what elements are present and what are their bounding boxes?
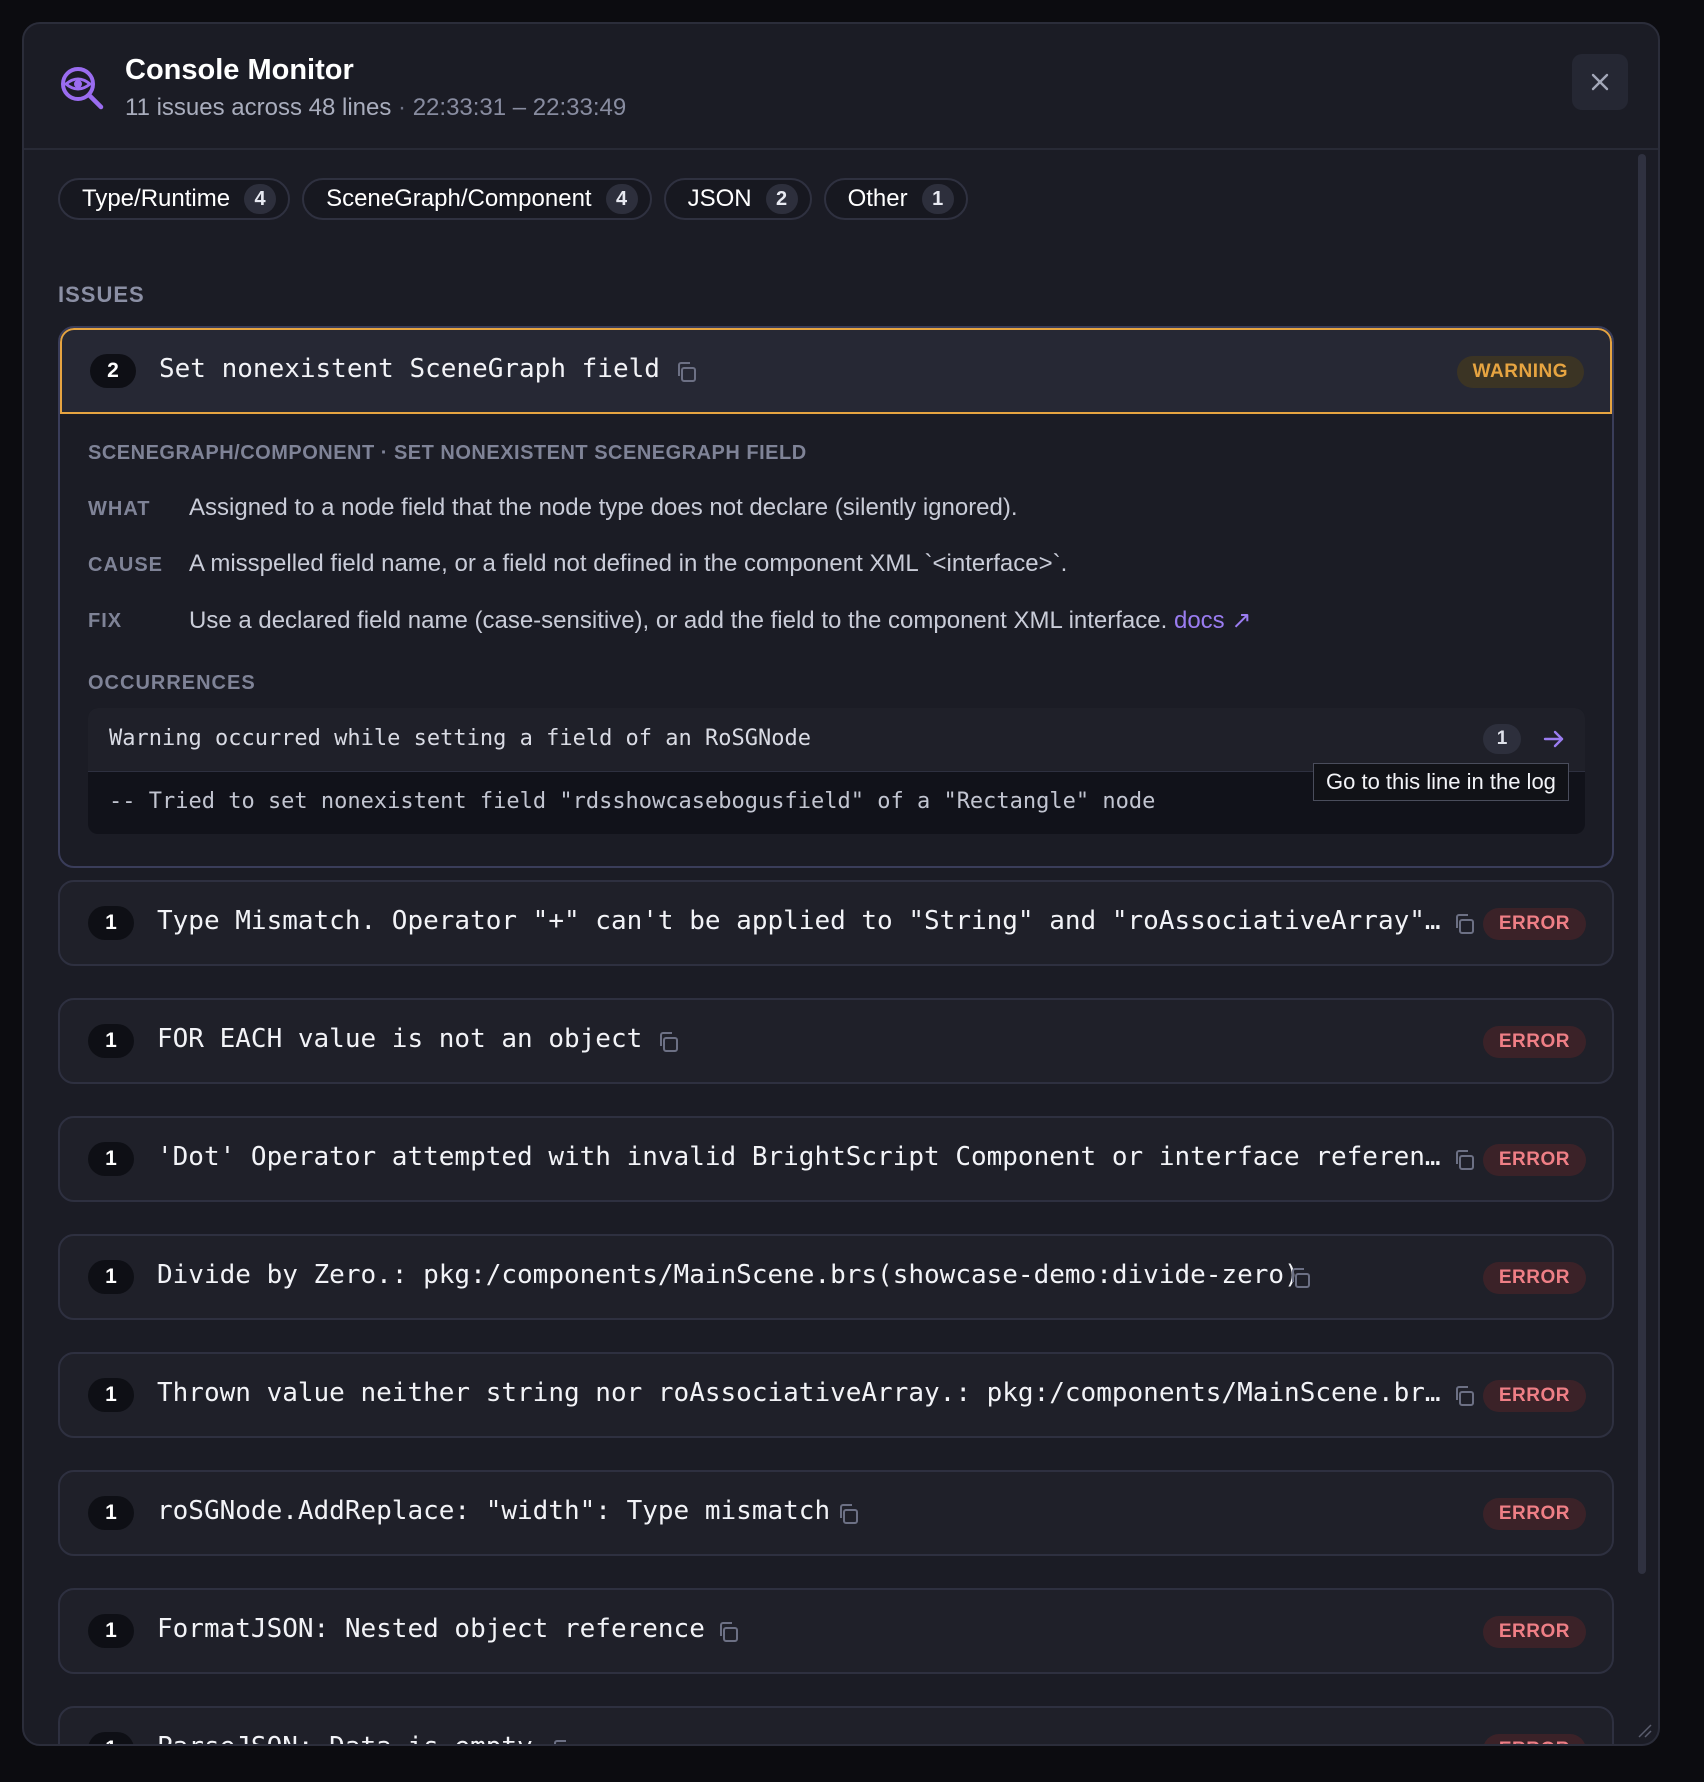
filter-count: 4 xyxy=(244,184,277,214)
issue-title: Set nonexistent SceneGraph field xyxy=(159,354,660,384)
issue-count-badge: 1 xyxy=(88,1260,134,1294)
dialog-header: Console Monitor 11 issues across 48 line… xyxy=(24,24,1658,150)
eye-magnifier-icon xyxy=(61,67,104,110)
severity-badge: ERROR xyxy=(1482,1380,1586,1412)
subtitle-separator: · xyxy=(398,94,407,121)
issue-count-badge: 2 xyxy=(90,354,136,388)
issue-count-badge: 1 xyxy=(88,1142,134,1176)
dialog-title: Console Monitor xyxy=(125,54,354,86)
severity-badge: ERROR xyxy=(1482,908,1586,940)
severity-badge: ERROR xyxy=(1482,1616,1586,1648)
what-text: Assigned to a node field that the node t… xyxy=(189,494,1018,521)
issue-card[interactable]: 1 ParseJSON: Data is empty ERROR xyxy=(58,1706,1614,1746)
severity-badge: ERROR xyxy=(1482,1026,1586,1058)
copy-icon[interactable] xyxy=(674,360,698,384)
filter-chip-other[interactable]: Other 1 xyxy=(823,178,968,220)
issue-card[interactable]: 1 Thrown value neither string nor roAsso… xyxy=(58,1352,1614,1438)
copy-icon[interactable] xyxy=(1452,1384,1476,1408)
issue-card[interactable]: 1 roSGNode.AddReplace: "width": Type mis… xyxy=(58,1470,1614,1556)
go-to-line-tooltip: Go to this line in the log xyxy=(1313,763,1569,801)
console-monitor-dialog: Console Monitor 11 issues across 48 line… xyxy=(22,22,1660,1746)
filter-label: Other xyxy=(847,185,908,212)
close-button[interactable] xyxy=(1572,54,1628,110)
occurrences-label: OCCURRENCES xyxy=(88,672,256,694)
expanded-issue-header[interactable]: 2 Set nonexistent SceneGraph field WARNI… xyxy=(60,328,1612,414)
filter-label: JSON xyxy=(687,185,752,212)
issue-card[interactable]: 1 'Dot' Operator attempted with invalid … xyxy=(58,1116,1614,1202)
issue-count-badge: 1 xyxy=(88,1732,134,1744)
issue-breadcrumb: SCENEGRAPH/COMPONENT · SET NONEXISTENT S… xyxy=(88,442,807,464)
dialog-subtitle: 11 issues across 48 lines · 22:33:31 – 2… xyxy=(125,94,626,122)
occurrence-count: 1 xyxy=(1483,724,1521,754)
issue-title: FormatJSON: Nested object reference xyxy=(157,1614,705,1644)
fix-label: FIX xyxy=(88,610,123,632)
issue-title: 'Dot' Operator attempted with invalid Br… xyxy=(157,1142,1441,1172)
issue-count-badge: 1 xyxy=(88,906,134,940)
issue-count-badge: 1 xyxy=(88,1024,134,1058)
arrow-right-icon[interactable] xyxy=(1541,726,1567,752)
severity-badge: ERROR xyxy=(1482,1498,1586,1530)
cause-text: A misspelled field name, or a field not … xyxy=(189,550,1068,577)
issue-card[interactable]: 1 FOR EACH value is not an object ERROR xyxy=(58,998,1614,1084)
issue-title: ParseJSON: Data is empty xyxy=(157,1732,533,1744)
occurrence-detail-line: -- Tried to set nonexistent field "rdssh… xyxy=(109,789,1156,814)
docs-link[interactable]: docs ↗ xyxy=(1174,607,1251,634)
issue-count-badge: 1 xyxy=(88,1378,134,1412)
copy-icon[interactable] xyxy=(1452,1148,1476,1172)
filter-chip-type-runtime[interactable]: Type/Runtime 4 xyxy=(58,178,291,220)
close-icon xyxy=(1591,73,1609,91)
resize-handle-icon[interactable] xyxy=(1636,1722,1652,1738)
issue-title: FOR EACH value is not an object xyxy=(157,1024,643,1054)
filter-count: 4 xyxy=(605,184,638,214)
filter-chip-json[interactable]: JSON 2 xyxy=(663,178,812,220)
issue-count-badge: 1 xyxy=(88,1614,134,1648)
scrollbar-thumb[interactable] xyxy=(1638,154,1646,1574)
issue-card[interactable]: 1 Type Mismatch. Operator "+" can't be a… xyxy=(58,880,1614,966)
fix-row: Use a declared field name (case-sensitiv… xyxy=(189,606,1251,635)
issue-title: roSGNode.AddReplace: "width": Type misma… xyxy=(157,1496,831,1526)
what-label: WHAT xyxy=(88,498,151,520)
occurrence-line: Warning occurred while setting a field o… xyxy=(109,726,811,751)
copy-icon[interactable] xyxy=(1288,1266,1312,1290)
category-filters: Type/Runtime 4 SceneGraph/Component 4 JS… xyxy=(58,178,968,220)
time-range: 22:33:31 – 22:33:49 xyxy=(412,94,627,121)
severity-badge: ERROR xyxy=(1482,1144,1586,1176)
scrollbar[interactable] xyxy=(1636,154,1648,1584)
issue-title: Divide by Zero.: pkg:/components/MainSce… xyxy=(157,1260,1300,1290)
severity-badge: ERROR xyxy=(1482,1734,1586,1744)
filter-count: 1 xyxy=(921,184,954,214)
issue-title: Type Mismatch. Operator "+" can't be app… xyxy=(157,906,1441,936)
copy-icon[interactable] xyxy=(716,1620,740,1644)
severity-badge: ERROR xyxy=(1482,1262,1586,1294)
issue-card[interactable]: 1 FormatJSON: Nested object reference ER… xyxy=(58,1588,1614,1674)
cause-label: CAUSE xyxy=(88,554,164,576)
copy-icon[interactable] xyxy=(836,1502,860,1526)
issue-card[interactable]: 1 Divide by Zero.: pkg:/components/MainS… xyxy=(58,1234,1614,1320)
severity-badge: WARNING xyxy=(1456,356,1584,388)
filter-chip-scenegraph-component[interactable]: SceneGraph/Component 4 xyxy=(302,178,652,220)
filter-label: Type/Runtime xyxy=(82,185,231,212)
filter-label: SceneGraph/Component xyxy=(326,185,592,212)
fix-text: Use a declared field name (case-sensitiv… xyxy=(189,607,1168,634)
issue-count-badge: 1 xyxy=(88,1496,134,1530)
issue-title: Thrown value neither string nor roAssoci… xyxy=(157,1378,1441,1408)
copy-icon[interactable] xyxy=(656,1030,680,1054)
copy-icon[interactable] xyxy=(1452,912,1476,936)
filter-count: 2 xyxy=(765,184,798,214)
issue-summary: 11 issues across 48 lines xyxy=(125,94,392,121)
issues-section-label: ISSUES xyxy=(58,282,145,307)
copy-icon[interactable] xyxy=(550,1738,574,1746)
